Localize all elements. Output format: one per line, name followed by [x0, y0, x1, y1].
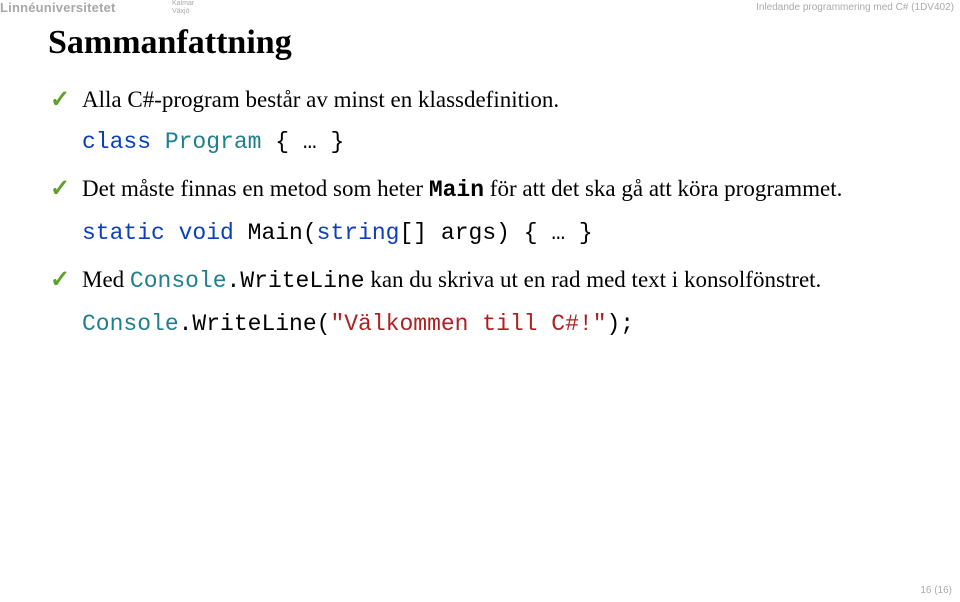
code-block-3: Console.WriteLine("Välkommen till C#!");	[82, 311, 912, 337]
course-label: Inledande programmering med C# (1DV402)	[756, 2, 954, 13]
code-keyword-void: void	[165, 220, 234, 246]
code-string-3: "Välkommen till C#!"	[330, 311, 606, 337]
check-icon: ✓	[50, 264, 70, 296]
bullet-text-3-method: .WriteLine	[227, 268, 365, 294]
brand-logo-sub: Kalmar Växjö	[172, 0, 194, 16]
code-rest-2a: Main(	[234, 220, 317, 246]
content-area: Sammanfattning ✓ Alla C#-program består …	[48, 24, 912, 355]
brand-logo-sub-line1: Kalmar	[172, 0, 194, 7]
bullet-text-3-pre: Med	[82, 267, 130, 292]
page-number: 16 (16)	[920, 585, 952, 596]
code-block-1: class Program { … }	[82, 129, 912, 155]
code-rest-2b: [] args) { … }	[400, 220, 593, 246]
brand-logo: Linnéuniversitetet	[0, 0, 116, 15]
check-icon: ✓	[50, 173, 70, 205]
bullet-text-2-pre: Det måste finnas en metod som heter	[82, 176, 429, 201]
code-keyword-class: class	[82, 129, 151, 155]
bullet-item-2: ✓ Det måste finnas en metod som heter Ma…	[48, 173, 912, 206]
code-type-program: Program	[165, 129, 262, 155]
code-mid-3: .WriteLine(	[179, 311, 331, 337]
page-title: Sammanfattning	[48, 24, 912, 62]
code-keyword-static: static	[82, 220, 165, 246]
brand-logo-sub-line2: Växjö	[172, 8, 190, 15]
check-icon: ✓	[50, 84, 70, 116]
bullet-item-1: ✓ Alla C#-program består av minst en kla…	[48, 84, 912, 115]
slide: Linnéuniversitetet Kalmar Växjö Inledand…	[0, 0, 960, 602]
code-rest-1: { … }	[261, 129, 344, 155]
bullet-text-2-post: för att det ska gå att köra programmet.	[484, 176, 842, 201]
code-block-2: static void Main(string[] args) { … }	[82, 220, 912, 246]
bullet-text-3-console: Console	[130, 268, 227, 294]
bullet-item-3: ✓ Med Console.WriteLine kan du skriva ut…	[48, 264, 912, 297]
bullet-text-2-main: Main	[429, 177, 484, 203]
code-tail-3: );	[607, 311, 635, 337]
bullet-text-1: Alla C#-program består av minst en klass…	[82, 87, 559, 112]
top-bar: Linnéuniversitetet Kalmar Växjö Inledand…	[0, 0, 960, 18]
bullet-list: ✓ Alla C#-program består av minst en kla…	[48, 84, 912, 337]
bullet-text-3-post: kan du skriva ut en rad med text i konso…	[365, 267, 822, 292]
code-type-console: Console	[82, 311, 179, 337]
code-keyword-string: string	[317, 220, 400, 246]
